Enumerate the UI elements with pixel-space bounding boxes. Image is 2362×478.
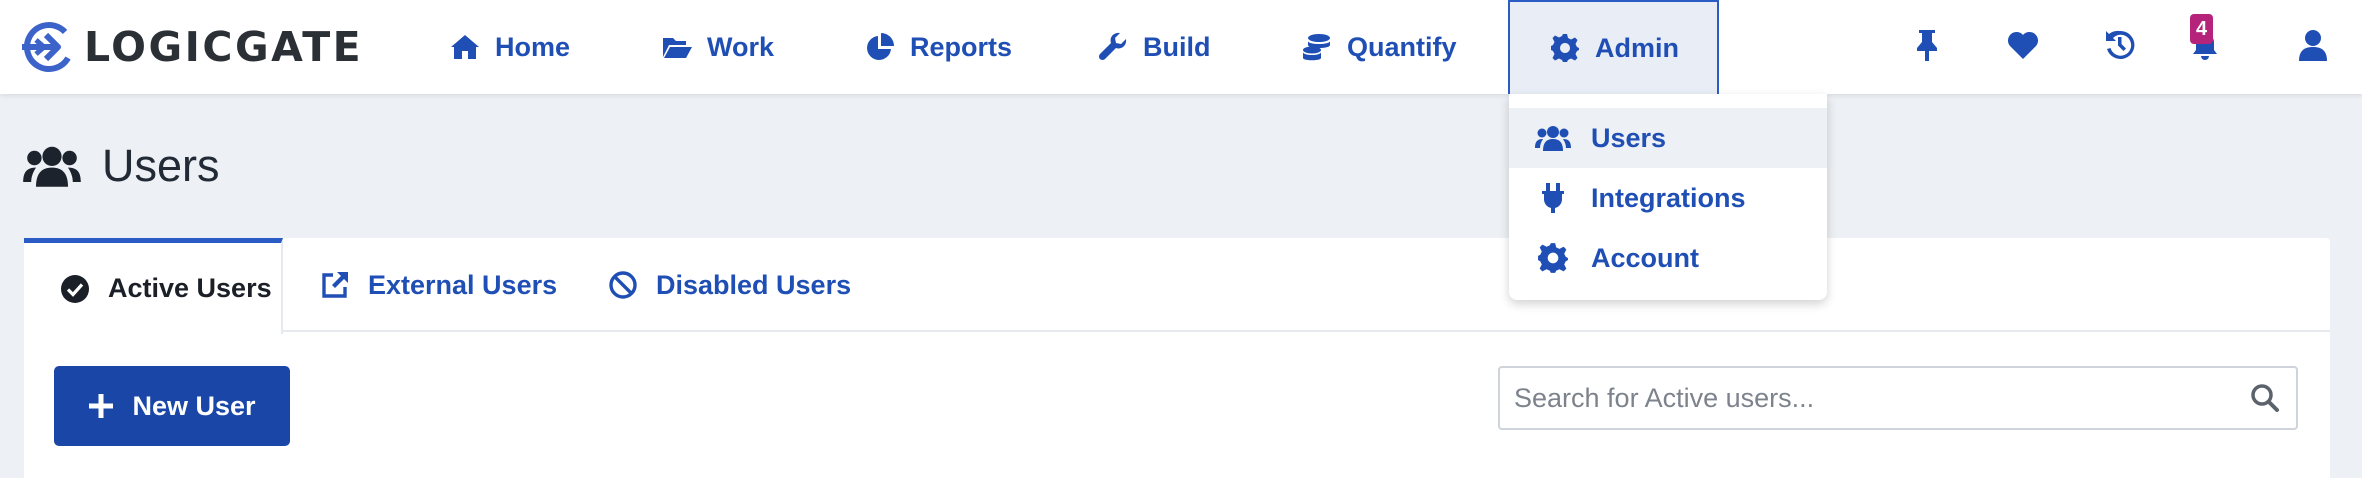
history-button[interactable]: [2102, 28, 2136, 64]
tab-disabled-users[interactable]: Disabled Users: [608, 238, 851, 332]
folder-open-icon: [663, 38, 692, 58]
users-card: Active Users External Users Disabled Use…: [24, 238, 2330, 478]
search-input[interactable]: [1500, 368, 2220, 428]
gear-icon: [1538, 243, 1568, 273]
home-icon: [451, 35, 479, 59]
users-icon: [23, 146, 81, 187]
nav-work-label: Work: [707, 31, 775, 62]
users-icon: [1535, 126, 1571, 151]
favorites-button[interactable]: [2006, 28, 2040, 64]
nav-reports[interactable]: Reports: [865, 0, 1012, 94]
plus-icon: [89, 394, 114, 418]
heart-icon: [2007, 31, 2039, 59]
admin-menu-integrations[interactable]: Integrations: [1509, 168, 1827, 228]
notification-count-badge: 4: [2190, 14, 2213, 44]
logicgate-logo[interactable]: LOGICGATE: [18, 18, 363, 76]
search-icon[interactable]: [2250, 383, 2280, 413]
tab-external-users[interactable]: External Users: [320, 238, 557, 332]
gear-icon: [1551, 34, 1579, 62]
nav-admin-label: Admin: [1595, 32, 1679, 63]
tab-disabled-users-label: Disabled Users: [656, 269, 852, 300]
nav-reports-label: Reports: [910, 31, 1013, 62]
top-navigation-bar: LOGICGATE Home Work Reports Build Quanti…: [0, 0, 2362, 94]
new-user-button[interactable]: New User: [54, 366, 290, 446]
nav-build[interactable]: Build: [1098, 0, 1211, 94]
tab-active-users[interactable]: Active Users: [24, 238, 283, 334]
admin-menu-users[interactable]: Users: [1509, 108, 1827, 168]
pin-icon: [1917, 30, 1937, 61]
coins-icon: [1303, 34, 1330, 61]
user-tabs: Active Users External Users Disabled Use…: [24, 238, 2330, 334]
nav-work[interactable]: Work: [662, 0, 774, 94]
admin-menu-users-label: Users: [1591, 122, 1667, 153]
tab-active-users-label: Active Users: [108, 273, 272, 303]
page-title: Users: [22, 136, 220, 196]
page-title-text: Users: [102, 140, 220, 191]
search-box: [1498, 366, 2298, 430]
nav-quantify-label: Quantify: [1347, 31, 1457, 62]
new-user-label: New User: [132, 390, 256, 421]
nav-home[interactable]: Home: [450, 0, 570, 94]
admin-menu-account-label: Account: [1591, 242, 1699, 273]
history-icon: [2106, 30, 2135, 59]
plug-icon: [1542, 183, 1564, 213]
logicgate-logo-icon: [22, 21, 74, 72]
pin-button[interactable]: [1910, 28, 1944, 64]
nav-home-label: Home: [495, 31, 571, 62]
admin-menu-account[interactable]: Account: [1509, 228, 1827, 288]
admin-dropdown-menu: Users Integrations Account: [1509, 94, 1827, 300]
nav-admin[interactable]: Admin: [1508, 0, 1719, 94]
check-circle-icon: [61, 274, 89, 303]
user-icon: [2299, 30, 2327, 61]
wrench-icon: [1098, 32, 1127, 61]
admin-menu-integrations-label: Integrations: [1591, 182, 1746, 213]
nav-quantify[interactable]: Quantify: [1302, 0, 1457, 94]
external-link-icon: [322, 272, 348, 298]
pie-chart-icon: [867, 33, 894, 60]
tab-external-users-label: External Users: [368, 269, 558, 300]
nav-build-label: Build: [1143, 31, 1211, 62]
ban-icon: [609, 271, 637, 299]
logo-text: LOGICGATE: [84, 23, 364, 71]
user-menu-button[interactable]: [2296, 28, 2330, 64]
